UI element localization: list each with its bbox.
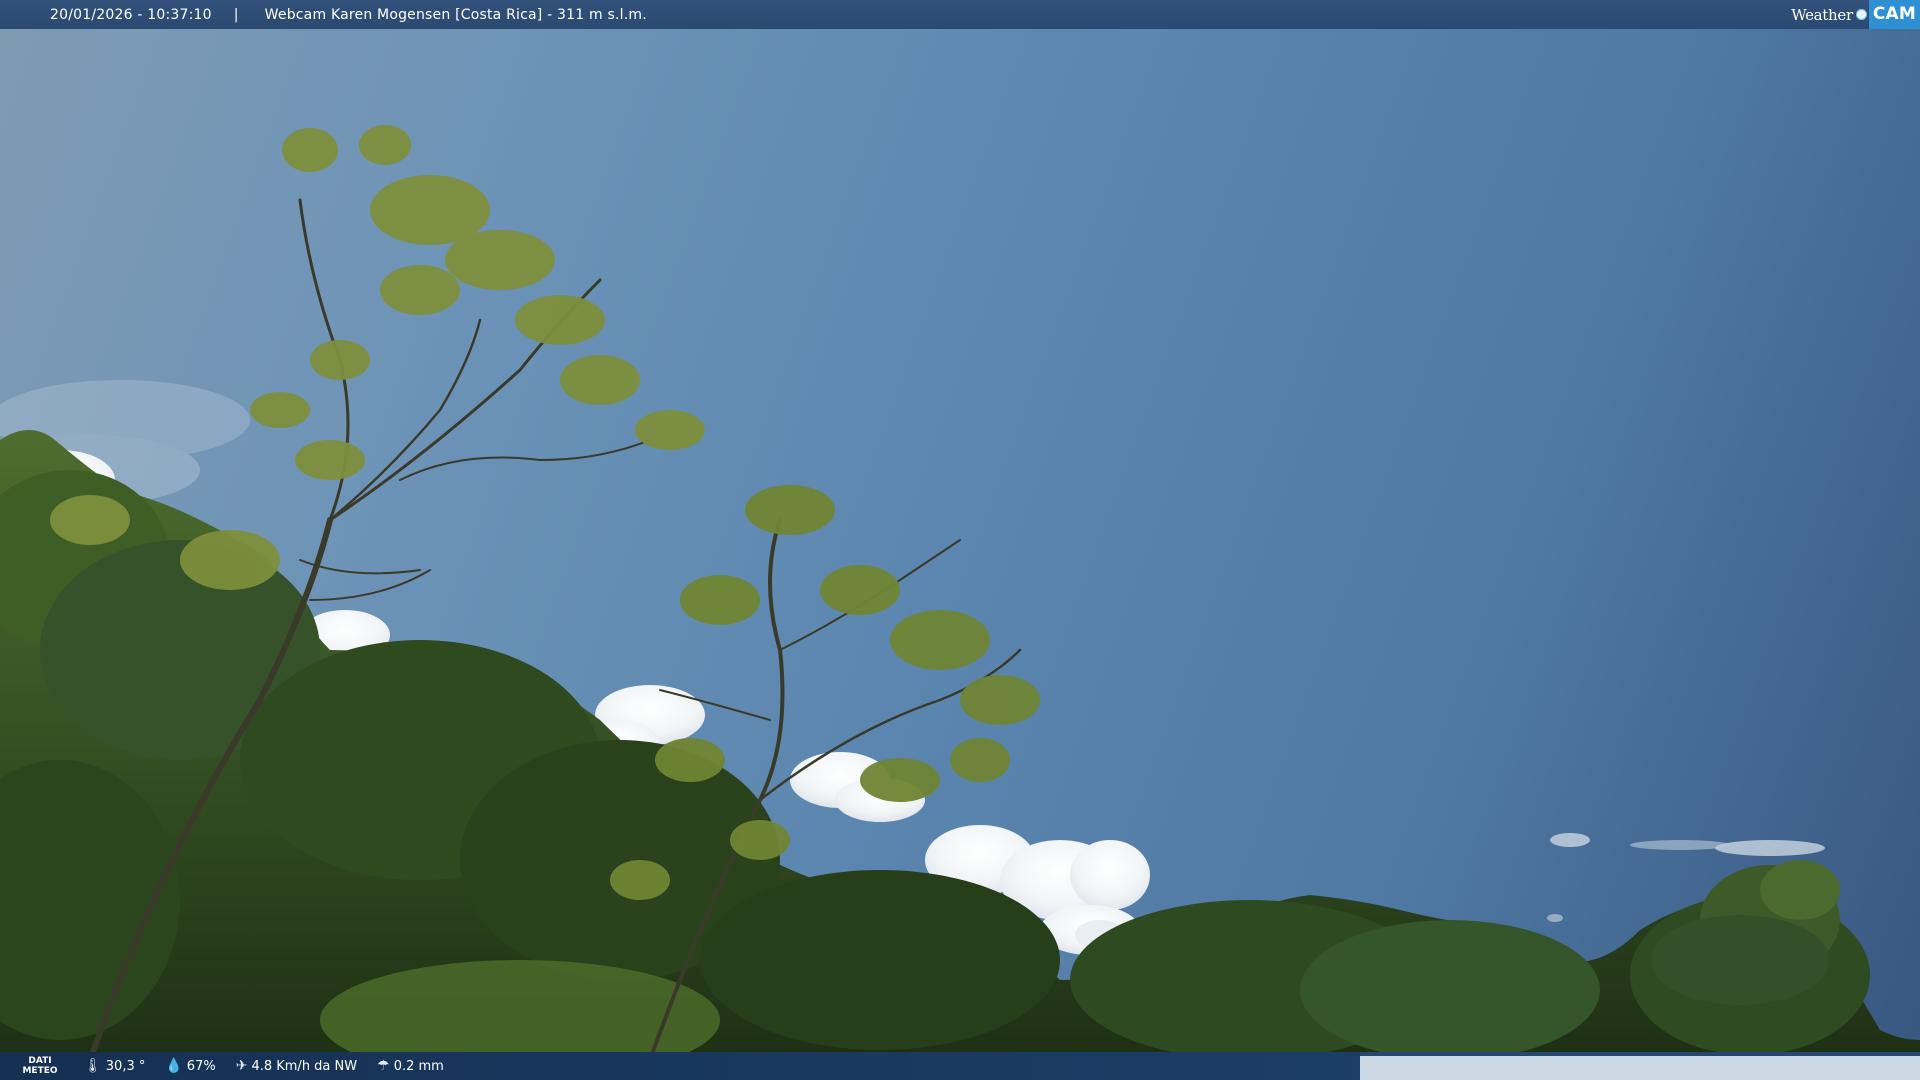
- humidity-reading: 💧 67%: [165, 1058, 215, 1074]
- weather-data-bar: DATI METEO 🌡 30,3 ° 💧 67% ✈ 4.8 Km/h da …: [0, 1052, 1920, 1080]
- droplet-icon: 💧: [165, 1058, 183, 1074]
- header-separator: |: [233, 6, 239, 23]
- bottom-bar-light-panel: [1360, 1056, 1920, 1080]
- thermometer-icon: 🌡: [84, 1058, 102, 1074]
- webcam-header-bar: 20/01/2026 - 10:37:10 | Webcam Karen Mog…: [0, 0, 1920, 29]
- globe-icon: [1855, 9, 1867, 20]
- wind-value: 4.8 Km/h da NW: [251, 1058, 358, 1074]
- logo-cam: CAM: [1868, 0, 1920, 29]
- rain-reading: ☂ 0.2 mm: [377, 1058, 444, 1074]
- timestamp: 20/01/2026 - 10:37:10: [50, 6, 212, 23]
- rain-value: 0.2 mm: [393, 1058, 444, 1074]
- logo-word: Weather: [1791, 5, 1853, 24]
- meteo-readings: DATI METEO 🌡 30,3 ° 💧 67% ✈ 4.8 Km/h da …: [0, 1052, 1360, 1080]
- wind-reading: ✈ 4.8 Km/h da NW: [236, 1058, 357, 1074]
- temperature-value: 30,3 °: [105, 1058, 146, 1074]
- weathercam-logo: Weather CAM: [1791, 0, 1920, 29]
- webcam-frame: 20/01/2026 - 10:37:10 | Webcam Karen Mog…: [0, 0, 1920, 1080]
- humidity-value: 67%: [186, 1058, 216, 1074]
- tree-right: [1650, 860, 1840, 1005]
- meteo-label: DATI METEO: [22, 1056, 58, 1076]
- wind-icon: ✈: [235, 1058, 248, 1074]
- webcam-title: Webcam Karen Mogensen [Costa Rica] - 311…: [264, 6, 647, 23]
- temperature-reading: 🌡 30,3 °: [84, 1058, 145, 1074]
- webcam-image: [0, 125, 1920, 1080]
- rain-icon: ☂: [377, 1058, 390, 1074]
